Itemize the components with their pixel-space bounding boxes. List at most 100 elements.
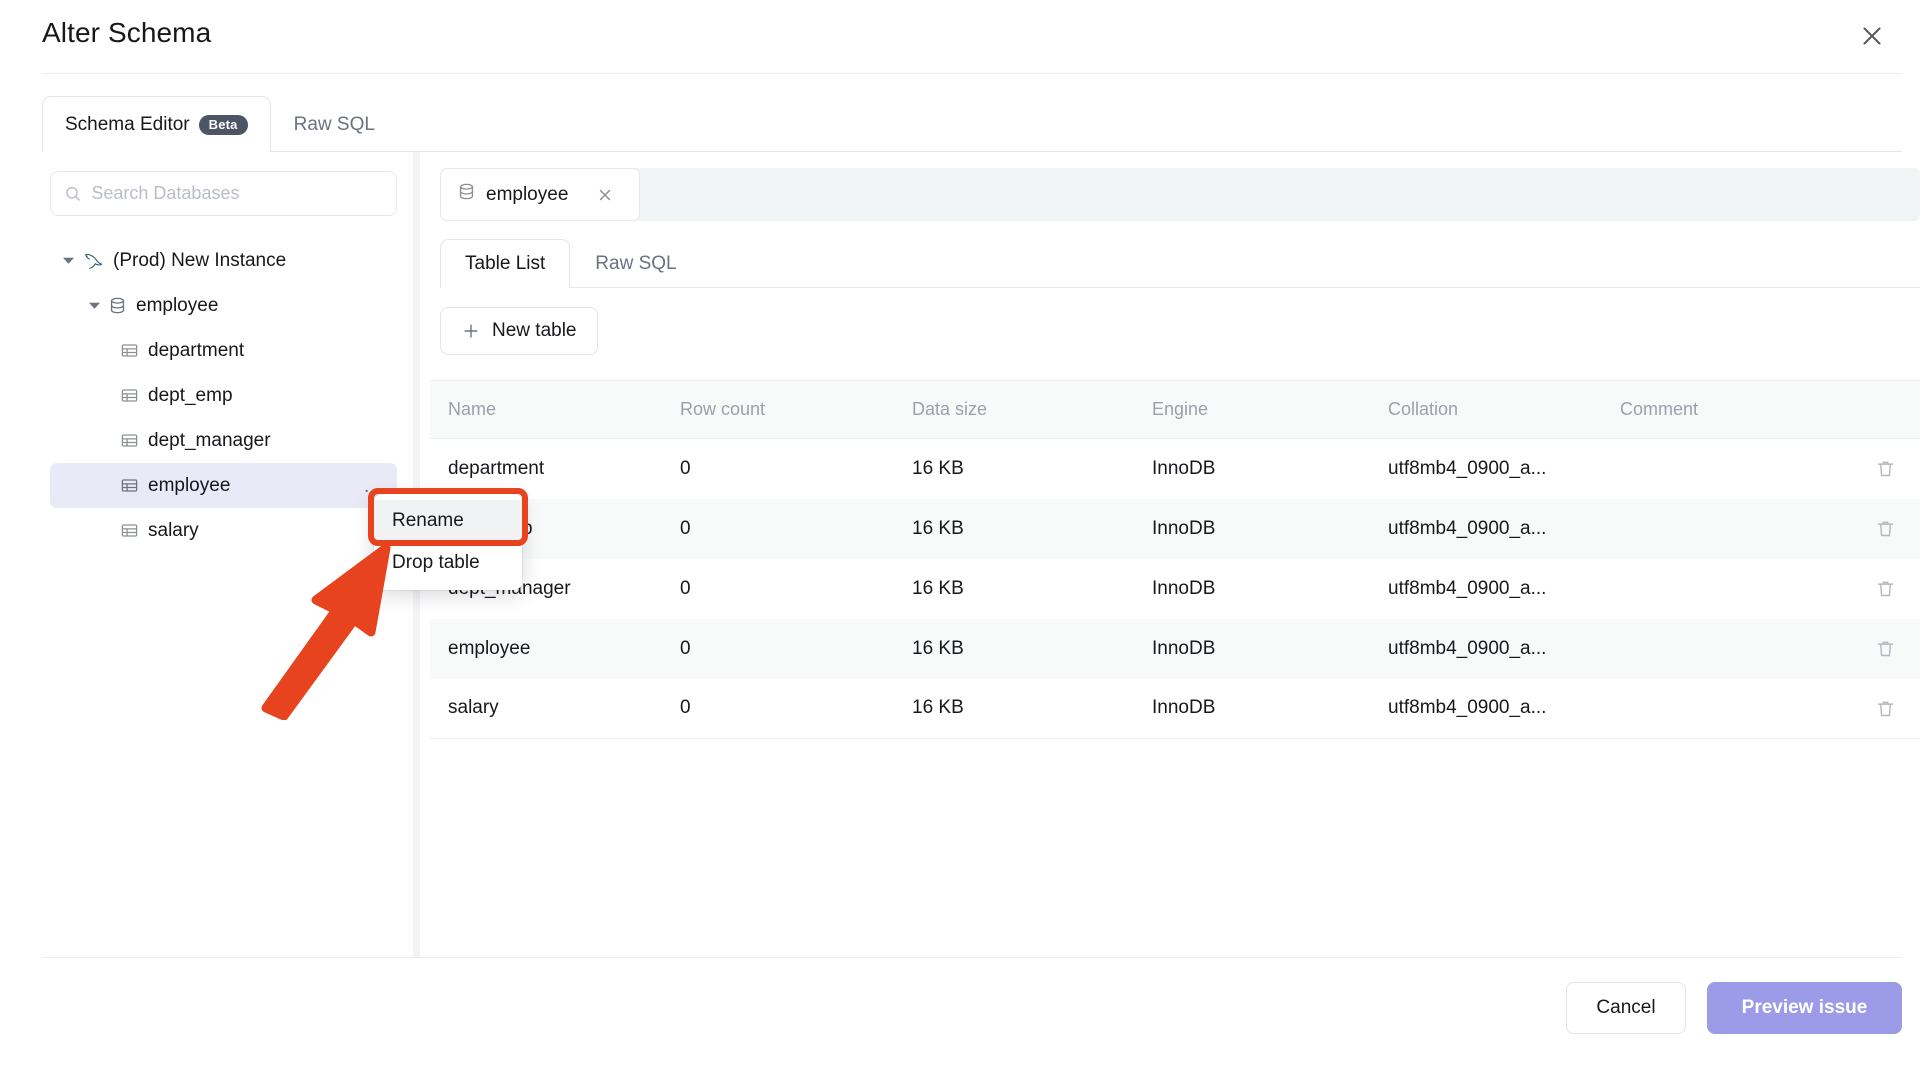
table-icon [120, 341, 139, 360]
tree-item-table-employee[interactable]: employee … [50, 463, 397, 508]
cell-engine: InnoDB [1134, 678, 1370, 739]
column-header-row-count: Row count [662, 380, 894, 439]
tab-panel-raw-sql-label: Raw SQL [595, 253, 677, 274]
database-chip-label: employee [486, 183, 569, 205]
database-icon [108, 296, 127, 315]
cell-collation: utf8mb4_0900_a... [1388, 577, 1547, 599]
sidebar: (Prod) New Instance employee [0, 152, 413, 957]
column-header-name: Name [430, 380, 662, 439]
tab-raw-sql[interactable]: Raw SQL [271, 96, 398, 152]
cell-collation: utf8mb4_0900_a... [1370, 618, 1602, 679]
trash-icon [1877, 521, 1893, 537]
beta-badge: Beta [198, 114, 248, 135]
page-title: Alter Schema [42, 17, 212, 48]
delete-table-button[interactable] [1850, 518, 1920, 539]
search-databases-box[interactable] [50, 171, 397, 216]
table-row[interactable]: department 0 16 KB InnoDB utf8mb4_0900_a… [430, 439, 1920, 499]
column-header-actions [1832, 380, 1920, 439]
close-button[interactable] [1852, 16, 1892, 56]
cell-row-count: 0 [662, 678, 894, 739]
cell-comment [1602, 498, 1832, 559]
column-header-collation: Collation [1370, 380, 1602, 439]
tree-item-table-salary[interactable]: salary [50, 508, 397, 553]
cell-data-size: 16 KB [894, 498, 1134, 559]
tree-item-table-dept-emp[interactable]: dept_emp [50, 373, 397, 418]
new-table-button-label: New table [492, 320, 577, 341]
tab-table-list-label: Table List [465, 253, 546, 274]
cell-actions [1832, 498, 1920, 559]
trash-icon [1877, 641, 1893, 657]
cell-collation: utf8mb4_0900_a... [1370, 498, 1602, 559]
column-header-comment: Comment [1602, 380, 1832, 439]
cell-actions [1832, 678, 1920, 739]
tree-item-label: dept_emp [148, 384, 233, 406]
database-chip-bar: employee [440, 168, 1920, 221]
chevron-down-icon[interactable] [86, 298, 102, 314]
table-header-row: Name Row count Data size Engine Collatio… [430, 380, 1920, 439]
trash-icon [1877, 581, 1893, 597]
database-chip-employee[interactable]: employee [440, 168, 640, 221]
cell-data-size: 16 KB [894, 678, 1134, 739]
delete-table-button[interactable] [1850, 578, 1920, 599]
cell-data-size: 16 KB [894, 618, 1134, 679]
tree-item-table-department[interactable]: department [50, 328, 397, 373]
delete-table-button[interactable] [1850, 458, 1920, 479]
tab-schema-editor[interactable]: Schema Editor Beta [42, 96, 271, 153]
table-icon [120, 431, 139, 450]
search-icon [66, 186, 80, 201]
tree-item-label: employee [148, 474, 231, 496]
tree-item-more-actions-button[interactable]: … [363, 476, 385, 496]
close-icon [1863, 27, 1881, 45]
cell-collation: utf8mb4_0900_a... [1370, 678, 1602, 739]
cell-actions [1832, 618, 1920, 679]
tree-item-label: dept_manager [148, 429, 271, 451]
delete-table-button[interactable] [1850, 698, 1920, 719]
cell-data-size: 16 KB [912, 457, 964, 479]
delete-table-button[interactable] [1850, 638, 1920, 659]
table-row[interactable]: dept_manager 0 16 KB InnoDB utf8mb4_0900… [430, 559, 1920, 619]
context-menu-item-rename[interactable]: Rename [374, 500, 522, 542]
cell-data-size: 16 KB [912, 577, 964, 599]
mysql-dolphin-icon [82, 251, 104, 271]
database-tree: (Prod) New Instance employee department … [50, 238, 397, 553]
new-table-button[interactable]: New table [440, 307, 598, 355]
close-icon [600, 189, 611, 200]
cancel-button[interactable]: Cancel [1566, 982, 1686, 1034]
trash-icon [1877, 461, 1893, 477]
cell-row-count: 0 [680, 457, 691, 479]
tab-panel-raw-sql[interactable]: Raw SQL [570, 239, 701, 288]
tree-item-instance[interactable]: (Prod) New Instance [50, 238, 397, 283]
tree-item-label: department [148, 339, 245, 361]
table-icon [120, 386, 139, 405]
cell-comment [1602, 618, 1832, 679]
tree-item-label: salary [148, 519, 199, 541]
chevron-down-icon[interactable] [60, 253, 76, 269]
table-list-table: Name Row count Data size Engine Collatio… [430, 380, 1920, 739]
plus-icon [464, 324, 478, 338]
cell-actions [1832, 559, 1920, 619]
table-row[interactable]: dept_emp 0 16 KB InnoDB utf8mb4_0900_a..… [430, 498, 1920, 559]
table-row[interactable]: salary 0 16 KB InnoDB utf8mb4_0900_a... [430, 678, 1920, 739]
database-icon [457, 182, 476, 207]
table-row[interactable]: employee 0 16 KB InnoDB utf8mb4_0900_a..… [430, 618, 1920, 679]
cell-actions [1832, 439, 1920, 499]
tree-item-table-dept-manager[interactable]: dept_manager [50, 418, 397, 463]
cell-engine: InnoDB [1134, 618, 1370, 679]
tab-schema-editor-label: Schema Editor [65, 113, 190, 135]
panel-tab-underline [440, 287, 1920, 288]
cell-row-count: 0 [662, 618, 894, 679]
panel-tab-bar: Table List Raw SQL [440, 239, 702, 289]
preview-issue-button[interactable]: Preview issue [1707, 982, 1902, 1034]
header-divider [42, 73, 1902, 74]
table-icon [120, 476, 139, 495]
table-icon [120, 521, 139, 540]
tree-item-database-employee[interactable]: employee [50, 283, 397, 328]
tab-table-list[interactable]: Table List [440, 239, 571, 289]
search-input[interactable] [91, 183, 383, 204]
database-chip-close-button[interactable] [596, 186, 614, 204]
tree-item-label: (Prod) New Instance [113, 249, 287, 271]
cell-engine: InnoDB [1134, 498, 1370, 559]
footer-divider [42, 957, 1902, 958]
context-menu-item-drop-table[interactable]: Drop table [374, 542, 522, 584]
dialog-header: Alter Schema [0, 0, 1920, 73]
